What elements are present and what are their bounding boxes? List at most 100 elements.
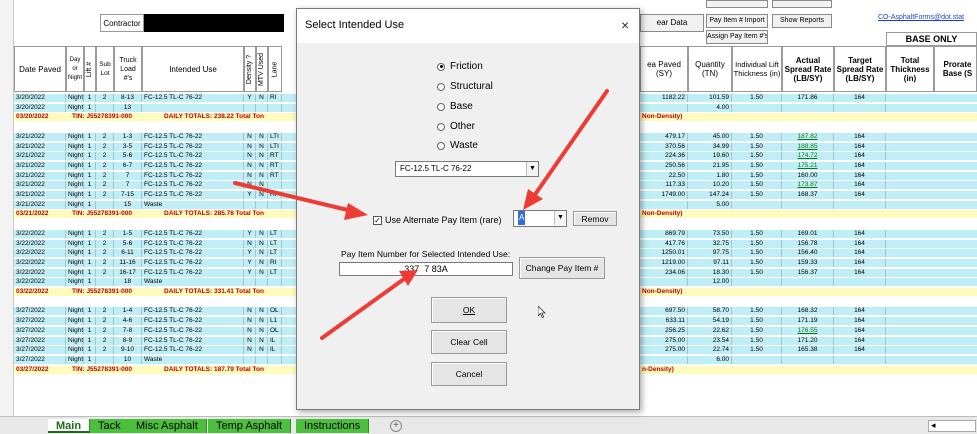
cell-thick[interactable]: 1.50 — [732, 249, 782, 258]
cell-qty[interactable]: 19.60 — [688, 152, 732, 161]
cell-truck[interactable]: 7-8 — [114, 326, 142, 335]
cell-lift[interactable]: 1 — [84, 152, 96, 161]
cell-dn[interactable]: Night — [66, 249, 84, 258]
cell-dens[interactable] — [244, 200, 256, 209]
cell-mtv[interactable]: N — [256, 258, 268, 267]
cell-lot[interactable]: 2 — [96, 152, 114, 161]
cell-thick[interactable]: 1.50 — [732, 317, 782, 326]
cell-lot[interactable]: 2 — [96, 336, 114, 345]
cell-use[interactable]: FC-12.5 TL-C 76-22 — [142, 181, 244, 190]
cell-actual[interactable]: 156.37 — [782, 268, 834, 277]
cell-qty[interactable]: 97.75 — [688, 249, 732, 258]
cell-truck[interactable]: 6-11 — [114, 249, 142, 258]
cell-truck[interactable]: 8-13 — [114, 94, 142, 102]
cell-truck[interactable]: 5-6 — [114, 239, 142, 248]
clear-cell-button[interactable]: Clear Cell — [431, 330, 507, 354]
cell-dn[interactable]: Night — [66, 268, 84, 277]
cell-qty[interactable]: 12.00 — [688, 278, 732, 287]
tab-misc-asphalt[interactable]: Misc Asphalt — [128, 419, 207, 433]
cell-thick[interactable]: 1.50 — [732, 239, 782, 248]
assign-pay-item-button[interactable]: Assign Pay Item #'s — [706, 30, 768, 44]
cell-actual[interactable]: 188.85 — [782, 142, 834, 151]
cell-actual[interactable]: 171.19 — [782, 317, 834, 326]
cell-qty[interactable]: 45.00 — [688, 132, 732, 141]
cell-date[interactable]: 3/21/2022 — [14, 161, 66, 170]
cell-date[interactable]: 3/21/2022 — [14, 152, 66, 161]
checkbox-box[interactable]: ✓ — [373, 215, 382, 225]
cell-lot[interactable]: 2 — [96, 326, 114, 335]
cell-mtv[interactable] — [256, 200, 268, 209]
cell-actual[interactable]: 159.33 — [782, 258, 834, 267]
cell-dn[interactable]: Night — [66, 171, 84, 180]
cell-lane[interactable]: LT — [268, 249, 282, 258]
cell-qty[interactable]: 5.00 — [688, 200, 732, 209]
cell-lot[interactable]: 2 — [96, 94, 114, 102]
cell-lane[interactable]: RT — [268, 152, 282, 161]
cell-target[interactable] — [834, 355, 886, 364]
cell-dens[interactable]: N — [244, 336, 256, 345]
cell-thick[interactable]: 1.50 — [732, 181, 782, 190]
cell-lot[interactable]: 2 — [96, 171, 114, 180]
cell-qty[interactable]: 54.19 — [688, 317, 732, 326]
cell-target[interactable] — [834, 103, 886, 112]
cell-lane[interactable]: IL — [268, 346, 282, 355]
cell-lot[interactable]: 2 — [96, 181, 114, 190]
cell-dens[interactable]: N — [244, 346, 256, 355]
cell-lift[interactable]: 1 — [84, 142, 96, 151]
radio-friction[interactable]: Friction — [437, 61, 483, 72]
tab-instructions[interactable]: Instructions — [296, 419, 370, 433]
cell-area[interactable]: 275.00 — [640, 346, 688, 355]
cell-qty[interactable]: 10.20 — [688, 181, 732, 190]
cell-lane[interactable]: LTI — [268, 142, 282, 151]
cell-use[interactable]: Waste — [142, 355, 244, 364]
cell-lift[interactable]: 1 — [84, 355, 96, 364]
cell-dn[interactable]: Night — [66, 355, 84, 364]
cell-truck[interactable]: 8-9 — [114, 336, 142, 345]
cell-thick[interactable] — [732, 355, 782, 364]
cell-truck[interactable]: 4-6 — [114, 317, 142, 326]
cell-area[interactable]: 117.33 — [640, 181, 688, 190]
cell-mtv[interactable]: N — [256, 326, 268, 335]
cell-lot[interactable]: 2 — [96, 132, 114, 141]
cell-target[interactable]: 164 — [834, 152, 886, 161]
cell-use[interactable]: FC-12.5 TL-C 76-22 — [142, 191, 244, 199]
cell-lot[interactable]: 2 — [96, 249, 114, 258]
cell-actual[interactable]: 156.78 — [782, 239, 834, 248]
cell-date[interactable]: 3/22/2022 — [14, 229, 66, 238]
cell-area[interactable]: 869.79 — [640, 229, 688, 238]
cell-target[interactable]: 164 — [834, 132, 886, 141]
chevron-down-icon[interactable]: ▼ — [526, 162, 538, 176]
radio-dot-other[interactable] — [437, 122, 445, 131]
cell-mtv[interactable]: N — [256, 336, 268, 345]
cell-use[interactable]: FC-12.5 TL-C 76-22 — [142, 268, 244, 277]
cell-actual[interactable] — [782, 355, 834, 364]
pay-item-import-button[interactable]: Pay Item # Import — [706, 14, 768, 28]
cell-qty[interactable]: 34.99 — [688, 142, 732, 151]
cell-mtv[interactable]: N — [256, 268, 268, 277]
cell-truck[interactable]: 13 — [114, 103, 142, 112]
cell-use[interactable]: FC-12.5 TL-C 76-22 — [142, 317, 244, 326]
cell-use[interactable]: FC-12.5 TL-C 76-22 — [142, 258, 244, 267]
cell-target[interactable]: 164 — [834, 161, 886, 170]
cell-use[interactable]: FC-12.5 TL-C 76-22 — [142, 152, 244, 161]
cell-area[interactable]: 697.50 — [640, 307, 688, 316]
radio-base[interactable]: Base — [437, 101, 473, 112]
horizontal-scrollbar[interactable]: ◂ — [928, 420, 976, 432]
radio-waste[interactable]: Waste — [437, 140, 478, 151]
tab-tack[interactable]: Tack — [90, 419, 130, 433]
cell-qty[interactable]: 1.80 — [688, 171, 732, 180]
cell-lift[interactable]: 1 — [84, 94, 96, 102]
cell-mtv[interactable] — [256, 278, 268, 287]
cell-lot[interactable]: 2 — [96, 258, 114, 267]
cell-lane[interactable]: RT — [268, 171, 282, 180]
cell-lane[interactable] — [268, 355, 282, 364]
cell-target[interactable]: 164 — [834, 239, 886, 248]
cell-area[interactable]: 275.00 — [640, 336, 688, 345]
cell-actual[interactable]: 173.87 — [782, 181, 834, 190]
cell-dn[interactable]: Night — [66, 258, 84, 267]
cell-thick[interactable]: 1.50 — [732, 258, 782, 267]
cell-dn[interactable]: Night — [66, 132, 84, 141]
cell-area[interactable]: 224.36 — [640, 152, 688, 161]
cell-dn[interactable]: Night — [66, 239, 84, 248]
cell-lane[interactable]: RT — [268, 161, 282, 170]
